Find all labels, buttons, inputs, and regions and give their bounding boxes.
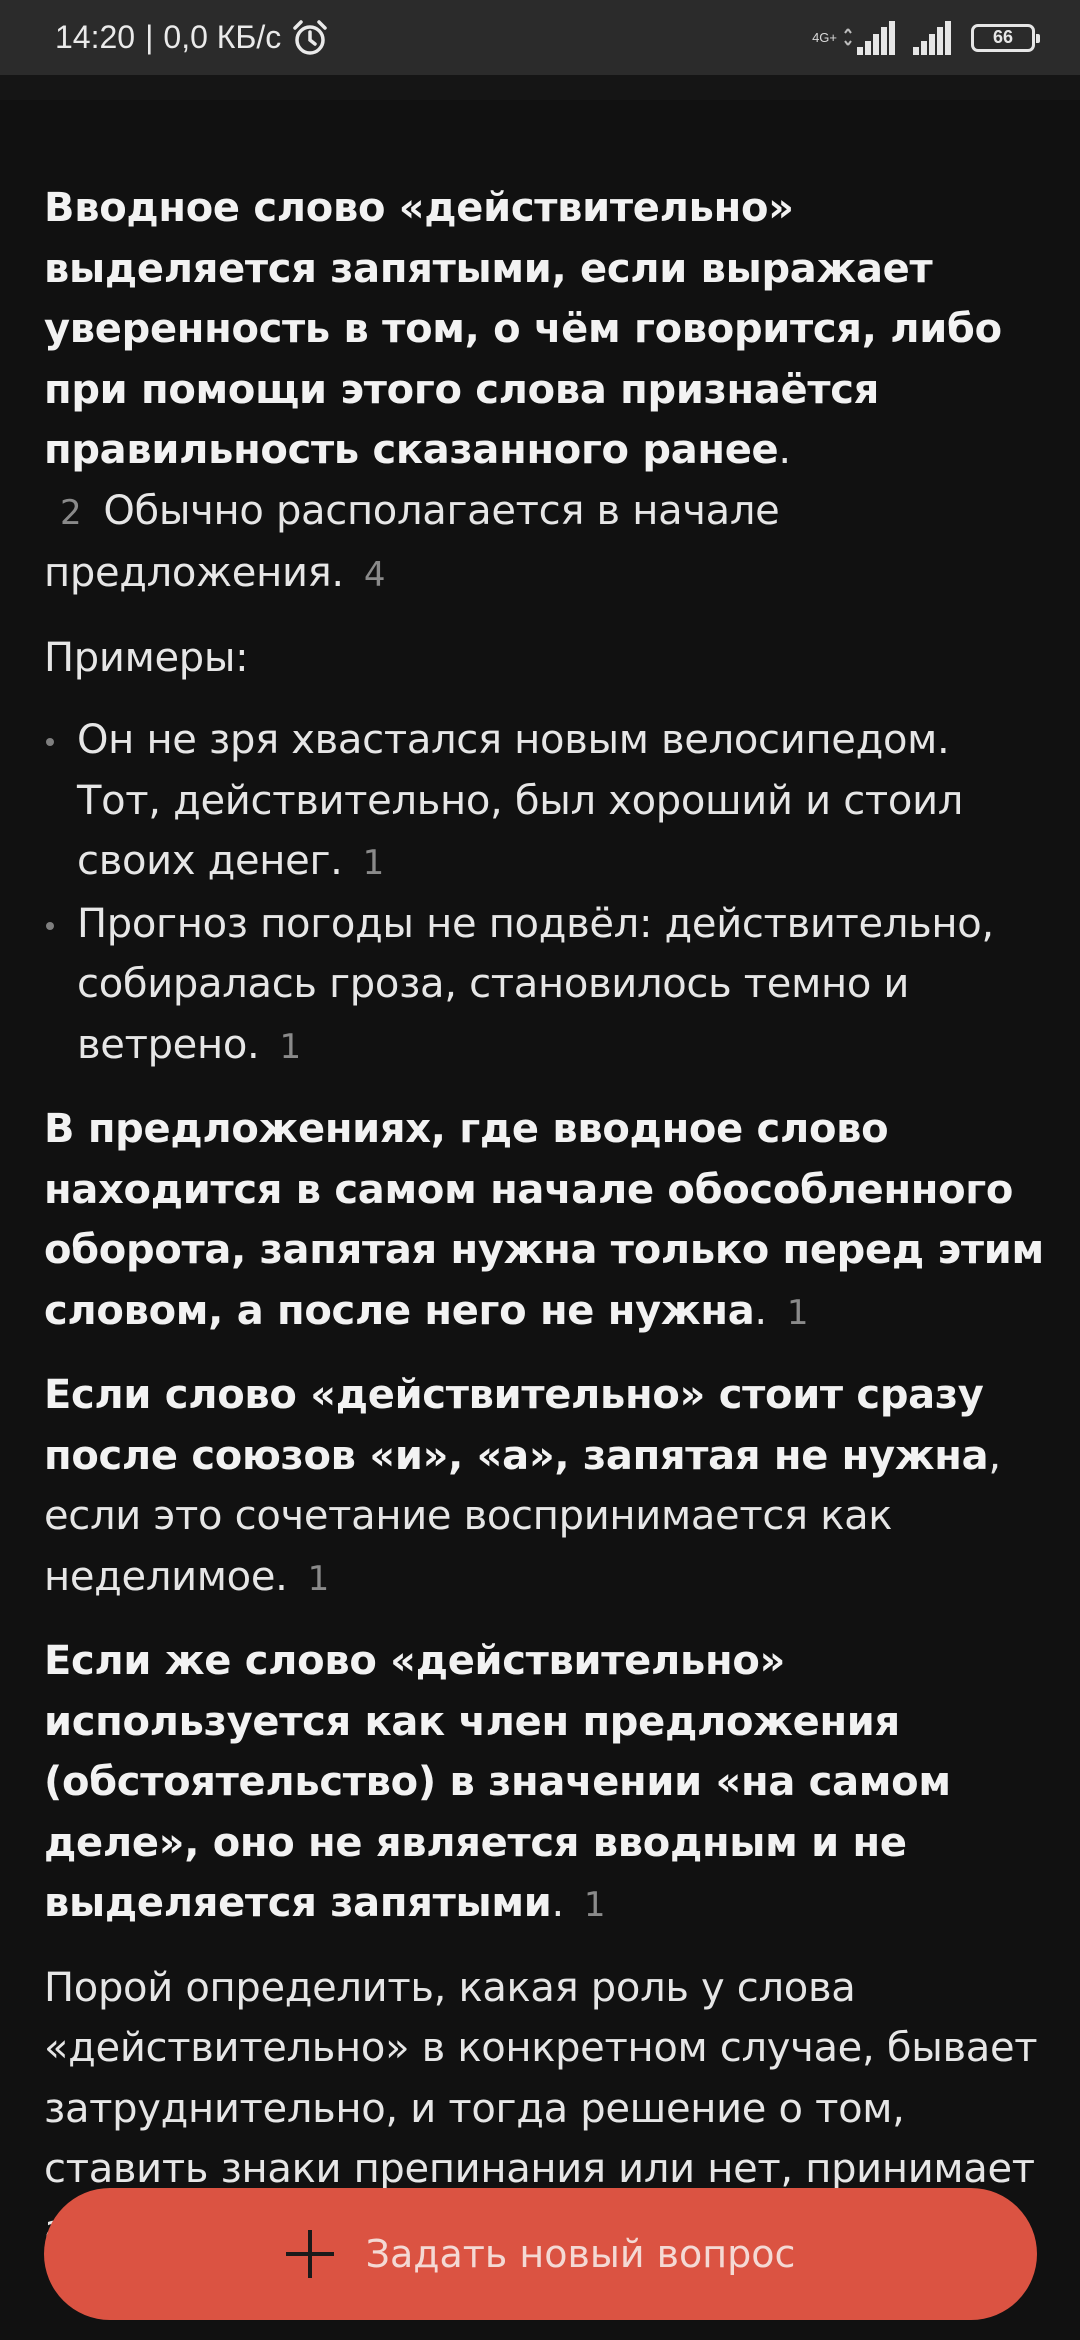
battery-icon: 66	[971, 23, 1040, 52]
network-type-label: 4G+	[812, 29, 837, 45]
battery-level: 66	[992, 27, 1014, 47]
source-reference[interactable]: 1	[787, 1283, 809, 1344]
status-time: 14:20	[55, 19, 136, 55]
alarm-clock-icon	[293, 19, 328, 55]
paragraph-bold: В предложениях, где вводное слово находи…	[44, 1106, 1044, 1334]
source-reference[interactable]: 1	[363, 833, 385, 894]
paragraph-bold: Если же слово «действительно» использует…	[44, 1638, 951, 1926]
ask-new-question-button[interactable]: Задать новый вопрос	[44, 2188, 1037, 2320]
source-reference[interactable]: 1	[308, 1549, 330, 1610]
ask-new-question-label: Задать новый вопрос	[365, 2232, 796, 2276]
example-text: Он не зря хвастался новым велосипедом. Т…	[77, 717, 964, 884]
paragraph-introductory-word: Вводное слово «действительно» выделяется…	[44, 178, 1044, 606]
paragraph-text: Обычно располагается в начале предложени…	[44, 487, 780, 597]
plus-icon	[285, 2230, 334, 2278]
paragraph-period: .	[551, 1880, 564, 1926]
paragraph-isolated-phrase: В предложениях, где вводное слово находи…	[44, 1099, 1044, 1343]
paragraph-bold: Если слово «действительно» стоит сразу п…	[44, 1372, 989, 1479]
source-reference[interactable]: 4	[364, 545, 386, 606]
source-reference[interactable]: 1	[584, 1875, 606, 1936]
status-net-speed: 0,0 КБ/с	[163, 19, 282, 55]
examples-label: Примеры:	[44, 634, 249, 681]
paragraph-period: .	[778, 427, 791, 473]
list-item: Прогноз погоды не подвёл: действительно,…	[44, 894, 1044, 1078]
status-separator: |	[145, 19, 154, 55]
scrolled-header-remnant	[0, 75, 1080, 100]
status-bar: 14:20 | 0,0 КБ/с 4G+ 66	[0, 0, 1080, 75]
list-item: Он не зря хвастался новым велосипедом. Т…	[44, 710, 1044, 894]
answer-content: Вводное слово «действительно» выделяется…	[44, 178, 1044, 2284]
examples-list: Он не зря хвастался новым велосипедом. Т…	[44, 710, 1044, 1077]
status-left: 14:20 | 0,0 КБ/с	[55, 19, 329, 57]
status-right: 4G+ 66	[812, 20, 1040, 55]
paragraph-after-conjunctions: Если слово «действительно» стоит сразу п…	[44, 1365, 1044, 1609]
source-reference[interactable]: 2	[60, 483, 82, 544]
signal-strength-icon	[844, 20, 895, 55]
example-text: Прогноз погоды не подвёл: действительно,…	[77, 900, 994, 1068]
source-reference[interactable]: 1	[279, 1017, 301, 1078]
paragraph-sentence-member: Если же слово «действительно» использует…	[44, 1631, 1044, 1936]
paragraph-period: .	[754, 1287, 767, 1334]
paragraph-bold: Вводное слово «действительно» выделяется…	[44, 185, 1002, 473]
signal-strength-icon-sim2	[913, 20, 951, 55]
